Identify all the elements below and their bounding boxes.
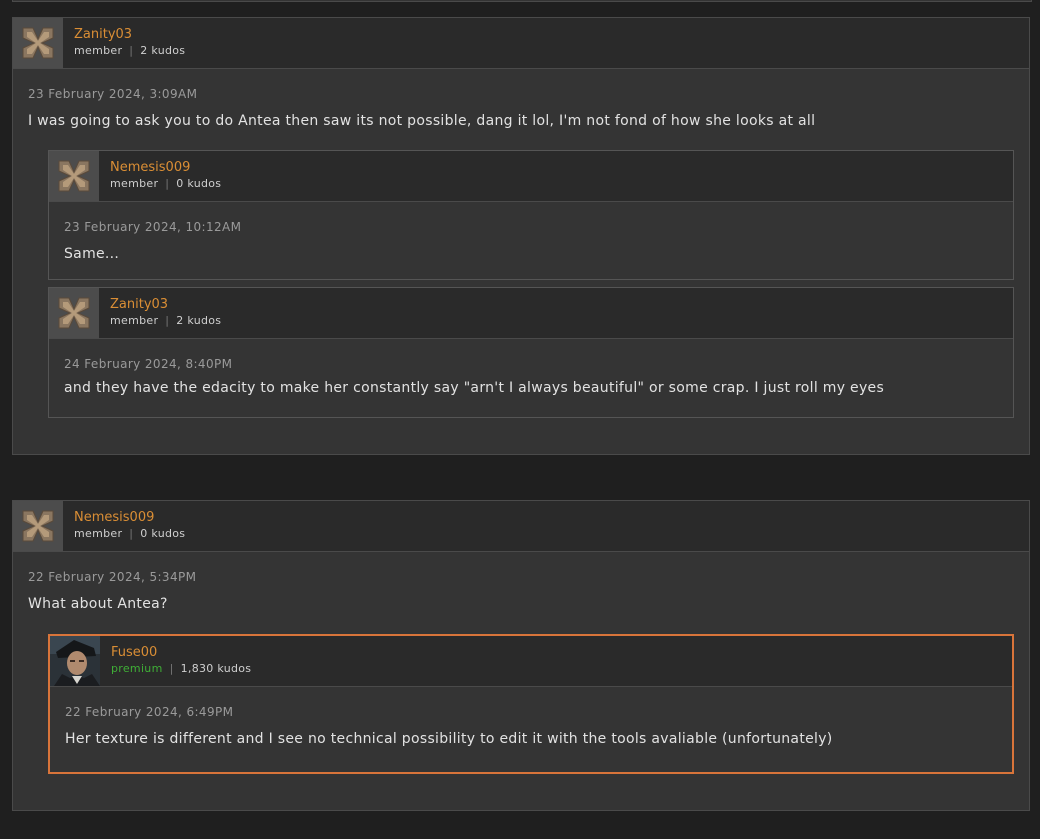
comment-thread: Nemesis009 member | 0 kudos 22 February 20… [12, 500, 1030, 811]
default-avatar-icon[interactable] [49, 288, 99, 338]
default-avatar-icon[interactable] [13, 18, 63, 68]
comment-header: Zanity03 member | 2 kudos [13, 18, 1029, 69]
author-meta: member | 2 kudos [110, 313, 221, 328]
author-link[interactable]: Fuse00 [111, 645, 251, 661]
previous-comment-edge [12, 0, 1032, 2]
reply-body: 22 February 2024, 6:49PM Her texture is … [50, 687, 1012, 772]
meta-separator: | [165, 177, 170, 190]
comment-date: 23 February 2024, 3:09AM [28, 87, 198, 101]
reply-header: Zanity03 member | 2 kudos [49, 288, 1013, 339]
reply-comment: Nemesis009 member | 0 kudos 23 February 20… [48, 150, 1014, 280]
author-link[interactable]: Nemesis009 [110, 160, 221, 176]
reply-date: 24 February 2024, 8:40PM [64, 357, 233, 371]
reply-text: Her texture is different and I see no te… [65, 731, 833, 747]
member-role: member [74, 44, 123, 57]
reply-text: and they have the edacity to make her co… [64, 380, 885, 396]
reply-header: Fuse00 premium | 1,830 kudos [50, 636, 1012, 687]
author-link[interactable]: Zanity03 [74, 27, 185, 43]
comment-body: 22 February 2024, 5:34PM What about Ante… [13, 552, 1029, 629]
kudos-count: 2 kudos [140, 44, 186, 57]
member-role: member [74, 527, 123, 540]
comment-body: 23 February 2024, 3:09AM I was going to … [13, 69, 1029, 146]
premium-role: premium [111, 662, 163, 675]
comment-date: 22 February 2024, 5:34PM [28, 570, 197, 584]
meta-separator: | [129, 44, 134, 57]
reply-comment: Zanity03 member | 2 kudos 24 February 2024… [48, 287, 1014, 418]
kudos-count: 0 kudos [176, 177, 222, 190]
reply-date: 22 February 2024, 6:49PM [65, 705, 234, 719]
reply-date: 23 February 2024, 10:12AM [64, 220, 242, 234]
member-role: member [110, 314, 159, 327]
comment-header: Nemesis009 member | 0 kudos [13, 501, 1029, 552]
author-link[interactable]: Zanity03 [110, 297, 221, 313]
comment-thread: Zanity03 member | 2 kudos 23 February 2024… [12, 17, 1030, 455]
meta-separator: | [169, 662, 174, 675]
author-meta: member | 0 kudos [110, 176, 221, 191]
reply-body: 24 February 2024, 8:40PM and they have t… [49, 339, 1013, 417]
author-meta: member | 0 kudos [74, 526, 185, 541]
default-avatar-icon[interactable] [13, 501, 63, 551]
kudos-count: 0 kudos [140, 527, 186, 540]
reply-header: Nemesis009 member | 0 kudos [49, 151, 1013, 202]
reply-text: Same... [64, 246, 120, 262]
reply-body: 23 February 2024, 10:12AM Same... [49, 202, 1013, 279]
default-avatar-icon[interactable] [49, 151, 99, 201]
author-meta: member | 2 kudos [74, 43, 185, 58]
portrait-avatar-icon[interactable] [50, 636, 100, 686]
reply-comment-premium: Fuse00 premium | 1,830 kudos 22 February 2… [48, 634, 1014, 774]
author-meta: premium | 1,830 kudos [111, 661, 251, 676]
meta-separator: | [129, 527, 134, 540]
kudos-count: 2 kudos [176, 314, 222, 327]
author-link[interactable]: Nemesis009 [74, 510, 185, 526]
comment-text: I was going to ask you to do Antea then … [28, 113, 816, 129]
meta-separator: | [165, 314, 170, 327]
member-role: member [110, 177, 159, 190]
comment-text: What about Antea? [28, 596, 168, 612]
kudos-count: 1,830 kudos [180, 662, 252, 675]
